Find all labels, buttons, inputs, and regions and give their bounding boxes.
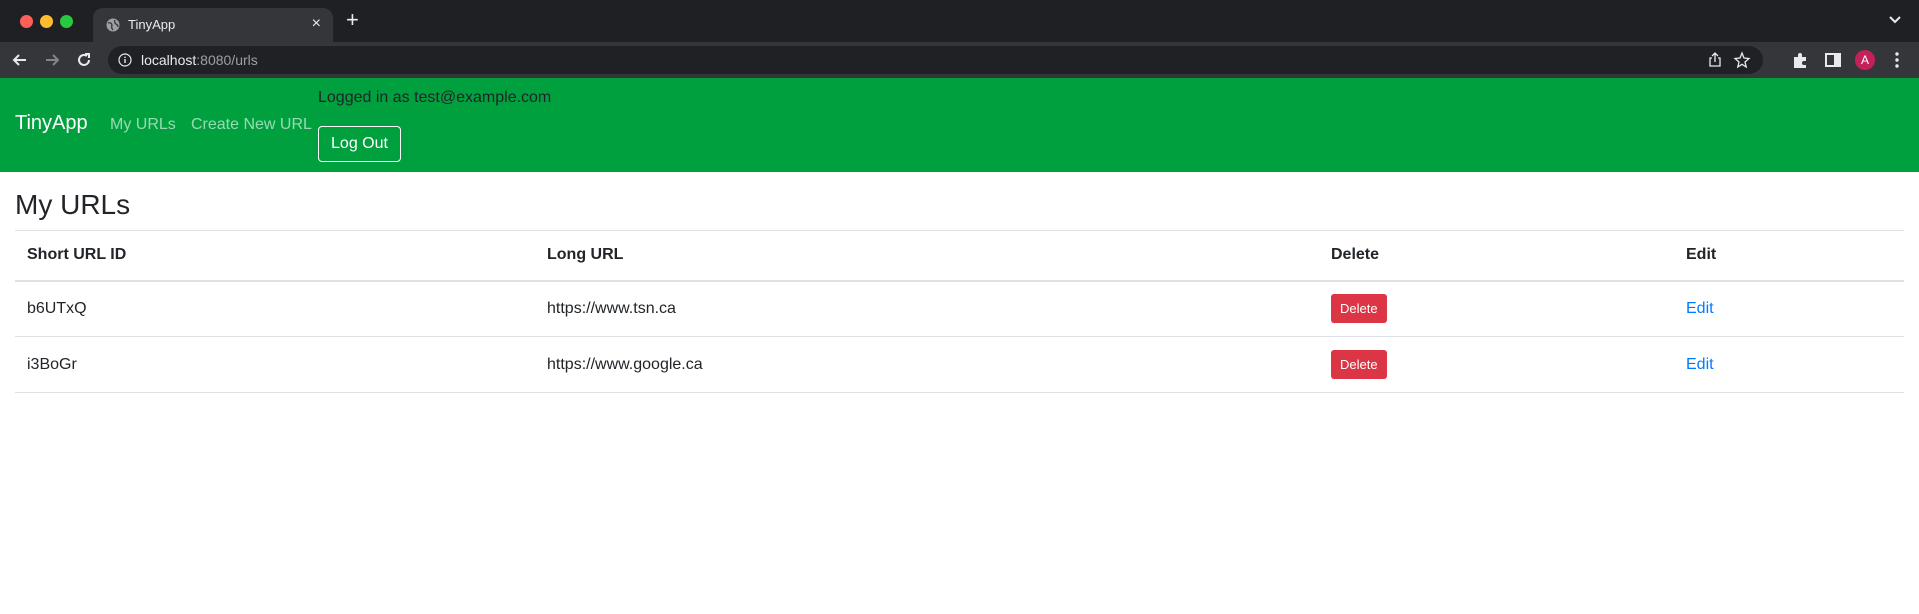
delete-button[interactable]: Delete	[1331, 294, 1387, 324]
short-url-id-cell: i3BoGr	[15, 336, 535, 393]
profile-avatar[interactable]: A	[1855, 50, 1875, 70]
edit-link[interactable]: Edit	[1686, 300, 1714, 317]
short-url-id-cell: b6UTxQ	[15, 280, 535, 337]
delete-cell: Delete	[1319, 280, 1674, 337]
edit-cell: Edit	[1674, 280, 1904, 337]
browser-tab[interactable]: TinyApp ×	[93, 8, 333, 42]
page-title: My URLs	[15, 189, 131, 220]
new-tab-button[interactable]: +	[346, 9, 359, 31]
window-maximize-button[interactable]	[60, 15, 73, 28]
tab-close-icon[interactable]: ×	[312, 15, 321, 33]
delete-cell: Delete	[1319, 336, 1674, 393]
share-icon[interactable]	[1707, 52, 1723, 68]
extensions-puzzle-icon[interactable]	[1789, 49, 1811, 71]
delete-button[interactable]: Delete	[1331, 350, 1387, 379]
more-menu-icon[interactable]	[1886, 49, 1908, 71]
forward-arrow-icon[interactable]	[41, 49, 63, 71]
brand-logo[interactable]: TinyApp	[15, 112, 88, 135]
info-icon[interactable]	[118, 53, 132, 67]
globe-icon	[106, 18, 120, 32]
address-bar[interactable]: localhost:8080/urls	[108, 46, 1763, 74]
column-header-delete: Delete	[1319, 230, 1674, 282]
window-close-button[interactable]	[20, 15, 33, 28]
browser-tab-bar: TinyApp × +	[0, 0, 1919, 42]
site-navbar: TinyApp My URLs Create New URL Logged in…	[0, 78, 1919, 172]
bookmark-star-icon[interactable]	[1733, 51, 1751, 69]
logged-in-status: Logged in as test@example.com	[318, 89, 552, 106]
column-header-edit: Edit	[1674, 230, 1904, 282]
edit-link[interactable]: Edit	[1686, 356, 1714, 373]
url-text[interactable]: localhost:8080/urls	[141, 52, 258, 68]
nav-link-create-new-url[interactable]: Create New URL	[191, 116, 312, 134]
column-header-long-url: Long URL	[535, 230, 1319, 282]
table-header-row: Short URL ID Long URL Delete Edit	[15, 230, 1904, 282]
side-panel-icon[interactable]	[1822, 49, 1844, 71]
table-row: b6UTxQ https://www.tsn.ca Delete Edit	[15, 280, 1904, 337]
chevron-down-icon[interactable]	[1886, 10, 1904, 28]
logout-button[interactable]: Log Out	[318, 126, 401, 162]
edit-cell: Edit	[1674, 336, 1904, 393]
nav-link-my-urls[interactable]: My URLs	[110, 116, 176, 134]
table-row: i3BoGr https://www.google.ca Delete Edit	[15, 336, 1904, 393]
long-url-cell: https://www.tsn.ca	[535, 280, 1319, 337]
tab-title: TinyApp	[128, 17, 176, 32]
long-url-cell: https://www.google.ca	[535, 336, 1319, 393]
urls-table: Short URL ID Long URL Delete Edit b6UTxQ…	[15, 230, 1904, 393]
back-arrow-icon[interactable]	[9, 49, 31, 71]
window-minimize-button[interactable]	[40, 15, 53, 28]
browser-toolbar: localhost:8080/urls A	[0, 42, 1919, 78]
reload-icon[interactable]	[73, 49, 95, 71]
column-header-short-url-id: Short URL ID	[15, 230, 535, 282]
